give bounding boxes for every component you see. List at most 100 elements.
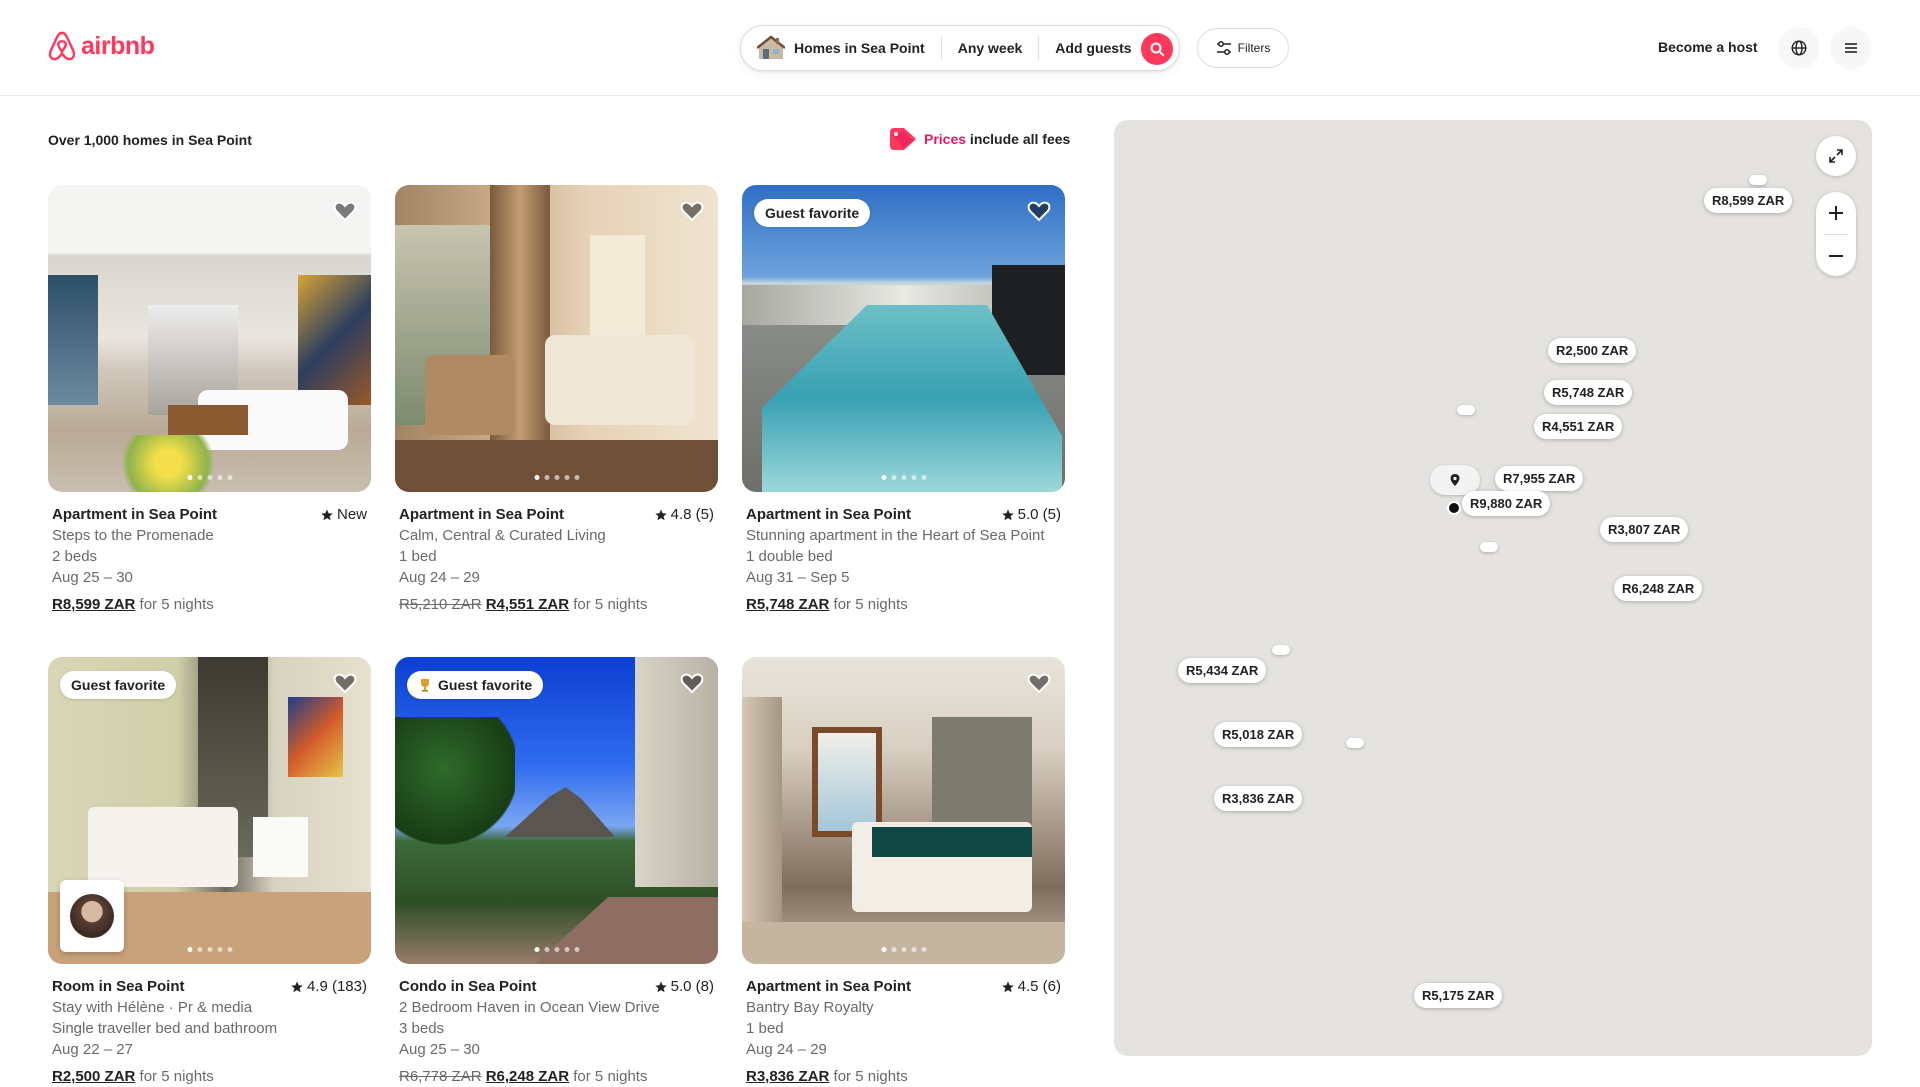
search-button[interactable] [1141, 33, 1173, 65]
listing-info: Apartment in Sea Point 4.8 (5) Calm, Cen… [395, 504, 718, 615]
airbnb-logo[interactable]: airbnb [47, 30, 155, 62]
photo-carousel-dots[interactable] [534, 475, 579, 480]
photo-carousel-dots[interactable] [187, 947, 232, 952]
map-price-pin[interactable]: R5,434 ZAR [1178, 658, 1267, 683]
listing-card[interactable]: Apartment in Sea Point New Steps to the … [48, 185, 371, 615]
search-dates[interactable]: Any week [942, 40, 1039, 56]
listing-photo[interactable] [395, 185, 718, 492]
menu-icon [1845, 43, 1857, 53]
listing-rating: 5.0 (8) [654, 976, 714, 997]
guest-favorite-badge: Guest favorite [407, 671, 544, 699]
star-icon [654, 981, 667, 992]
filters-button[interactable]: Filters [1197, 28, 1289, 68]
listing-card[interactable]: Guest favorite Room in Sea Point 4.9 (18… [48, 657, 371, 1087]
zoom-out-button[interactable] [1816, 235, 1856, 277]
search-guests[interactable]: Add guests [1039, 40, 1145, 56]
host-avatar[interactable] [60, 880, 124, 952]
listing-description: Stunning apartment in the Heart of Sea P… [746, 527, 1045, 544]
language-button[interactable] [1778, 27, 1820, 69]
map-price-pin[interactable]: R3,836 ZAR [1214, 786, 1303, 811]
listing-description: 2 Bedroom Haven in Ocean View Drive [399, 999, 660, 1016]
listing-price: R2,500 ZAR [52, 1068, 136, 1085]
map-marker-dot[interactable] [1749, 175, 1767, 185]
listing-dates: Aug 22 – 27 [52, 1041, 133, 1058]
listing-info: Apartment in Sea Point 4.5 (6) Bantry Ba… [742, 976, 1065, 1087]
listing-photo[interactable] [742, 657, 1065, 964]
heart-icon[interactable] [1027, 199, 1051, 223]
star-icon [1001, 509, 1014, 520]
map-price-pin[interactable]: R8,599 ZAR [1704, 188, 1793, 213]
prices-word: Prices [924, 131, 967, 147]
heart-icon[interactable] [680, 671, 704, 695]
listing-description: Calm, Central & Curated Living [399, 527, 606, 544]
star-icon [654, 509, 667, 520]
price-suffix: for 5 nights [829, 596, 908, 613]
listing-price-row[interactable]: R5,748 ZAR for 5 nights [746, 594, 1061, 615]
listing-photo[interactable]: Guest favorite [742, 185, 1065, 492]
heart-icon[interactable] [333, 199, 357, 223]
listing-photo[interactable]: Guest favorite [48, 657, 371, 964]
listing-rating: 4.8 (5) [654, 504, 714, 525]
photo-carousel-dots[interactable] [534, 947, 579, 952]
map-marker-dot[interactable] [1480, 542, 1498, 552]
heart-icon[interactable] [333, 671, 357, 695]
star-icon [321, 509, 333, 520]
map-price-pin[interactable]: R6,248 ZAR [1614, 576, 1703, 601]
listing-photo[interactable] [48, 185, 371, 492]
listing-price-row[interactable]: R8,599 ZAR for 5 nights [52, 594, 367, 615]
rating-value: 4.5 (6) [1017, 978, 1061, 995]
search-location-label: Homes in Sea Point [794, 40, 925, 56]
listing-beds: 1 double bed [746, 548, 833, 565]
listing-beds: 1 bed [746, 1020, 784, 1037]
listing-card[interactable]: Guest favorite Condo in Sea Point 5.0 (8… [395, 657, 718, 1087]
house-icon [757, 35, 785, 59]
listing-price-row[interactable]: R5,210 ZAR R4,551 ZAR for 5 nights [399, 594, 714, 615]
map-price-pin[interactable]: R9,880 ZAR [1462, 491, 1551, 516]
listing-price-row[interactable]: R2,500 ZAR for 5 nights [52, 1066, 367, 1087]
map-marker-dot[interactable] [1346, 738, 1364, 748]
become-host-link[interactable]: Become a host [1658, 39, 1758, 55]
heart-icon[interactable] [680, 199, 704, 223]
map-price-pin[interactable]: R3,807 ZAR [1600, 517, 1689, 542]
map-price-pin[interactable]: R4,551 ZAR [1534, 414, 1623, 439]
photo-carousel-dots[interactable] [187, 475, 232, 480]
listing-price: R4,551 ZAR [485, 596, 570, 613]
heart-icon[interactable] [1027, 671, 1051, 695]
map-price-pin[interactable]: R5,175 ZAR [1414, 983, 1503, 1008]
listing-card[interactable]: Guest favorite Apartment in Sea Point 5.… [742, 185, 1065, 615]
rating-value: New [336, 506, 367, 523]
photo-carousel-dots[interactable] [881, 475, 926, 480]
listing-dates: Aug 24 – 29 [746, 1041, 827, 1058]
listing-photo[interactable]: Guest favorite [395, 657, 718, 964]
photo-carousel-dots[interactable] [881, 947, 926, 952]
map-price-pin[interactable]: R5,018 ZAR [1214, 722, 1303, 747]
listing-card[interactable]: Apartment in Sea Point 4.8 (5) Calm, Cen… [395, 185, 718, 615]
search-icon [1150, 42, 1164, 56]
expand-map-button[interactable] [1816, 136, 1856, 176]
listing-price: R6,248 ZAR [485, 1068, 570, 1085]
map-pin-icon [1450, 474, 1460, 486]
star-icon [1001, 981, 1014, 992]
listing-rating: New [321, 504, 367, 525]
listing-price-row[interactable]: R6,778 ZAR R6,248 ZAR for 5 nights [399, 1066, 714, 1087]
search-location[interactable]: Homes in Sea Point [741, 35, 941, 60]
map-marker-dot[interactable] [1457, 405, 1475, 415]
listing-old-price: R6,778 ZAR [399, 1068, 482, 1085]
map-price-pin[interactable]: R5,748 ZAR [1544, 380, 1633, 405]
guest-favorite-badge: Guest favorite [754, 199, 871, 227]
listing-dates: Aug 25 – 30 [52, 569, 133, 586]
search-bar[interactable]: Homes in Sea Point Any week Add guests [740, 25, 1180, 71]
listing-price-row[interactable]: R3,836 ZAR for 5 nights [746, 1066, 1061, 1087]
selected-marker[interactable] [1447, 501, 1461, 515]
listing-dates: Aug 25 – 30 [399, 1041, 480, 1058]
listing-beds: 3 beds [399, 1020, 445, 1037]
map[interactable]: R8,599 ZAR R2,500 ZAR R5,748 ZAR R4,551 … [1114, 120, 1872, 1056]
map-price-pin[interactable]: R2,500 ZAR [1548, 338, 1637, 363]
listing-title: Condo in Sea Point [399, 978, 537, 995]
listing-card[interactable]: Apartment in Sea Point 4.5 (6) Bantry Ba… [742, 657, 1065, 1087]
listing-description: Bantry Bay Royalty [746, 999, 874, 1016]
zoom-in-button[interactable] [1816, 192, 1856, 234]
map-price-pin[interactable]: R7,955 ZAR [1495, 466, 1584, 491]
menu-button[interactable] [1830, 27, 1872, 69]
map-marker-dot[interactable] [1272, 645, 1290, 655]
